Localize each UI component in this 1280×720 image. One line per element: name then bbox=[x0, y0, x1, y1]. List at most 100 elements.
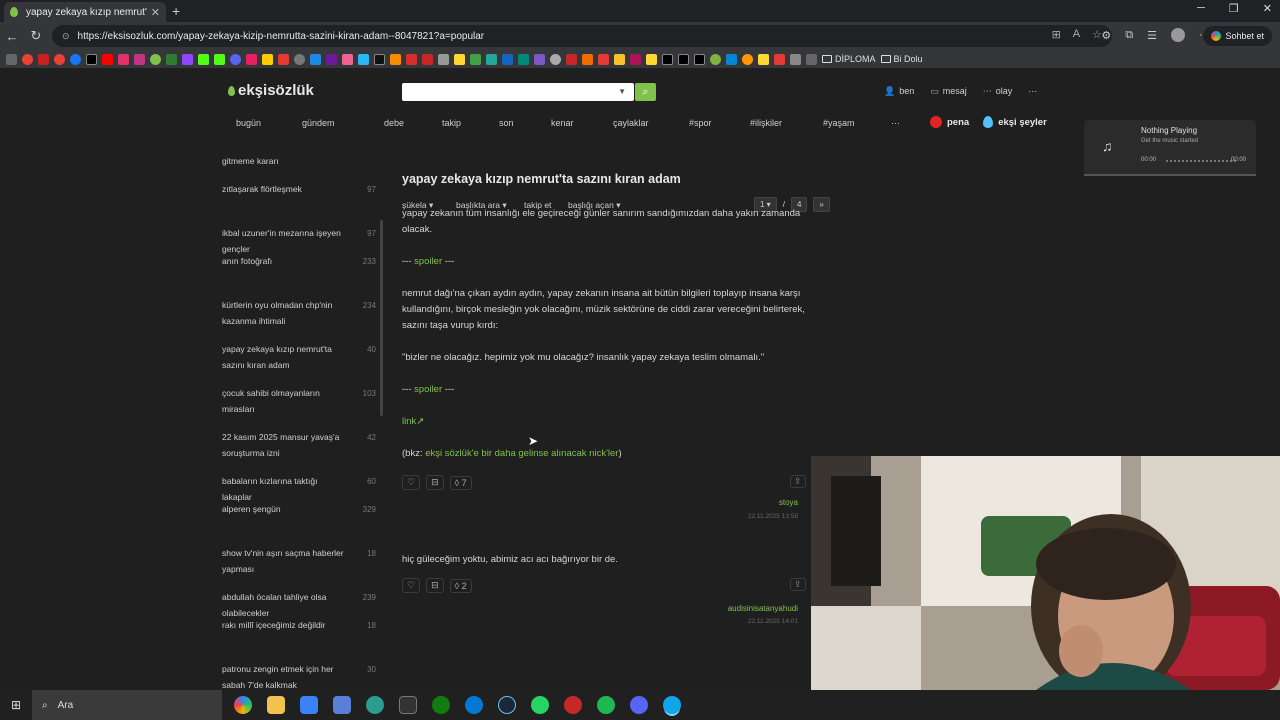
bkz-link[interactable]: ekşi sözlük'e bir daha gelinse alınacak … bbox=[425, 448, 618, 459]
user-menu-olay[interactable]: ⋯ olay bbox=[983, 86, 1013, 97]
bookmark-icon[interactable] bbox=[566, 53, 577, 65]
store-icon[interactable] bbox=[300, 696, 318, 714]
bookmark-folder-diploma[interactable]: DİPLOMA bbox=[822, 54, 876, 64]
search-dropdown-icon[interactable]: ▼ bbox=[618, 87, 626, 96]
player-progress-bar[interactable] bbox=[1166, 160, 1238, 162]
bookmark-icon[interactable] bbox=[598, 53, 609, 65]
steam-icon[interactable] bbox=[498, 696, 516, 714]
pena-link[interactable]: pena bbox=[930, 116, 969, 128]
bookmark-icon[interactable] bbox=[326, 53, 337, 65]
nav-gundem[interactable]: gündem bbox=[302, 118, 384, 128]
bookmark-icon[interactable] bbox=[342, 53, 353, 65]
spoiler-link[interactable]: spoiler bbox=[414, 256, 442, 267]
sidebar-topic[interactable]: show tv'nin aşırı saçma haberler yapması… bbox=[222, 546, 376, 577]
bookmark-icon[interactable] bbox=[438, 53, 449, 65]
bookmark-icon[interactable] bbox=[470, 53, 481, 65]
entry-date[interactable]: 22.11.2025 14:01 bbox=[748, 618, 798, 625]
spotify-icon[interactable] bbox=[597, 696, 615, 714]
search-button[interactable]: ⌕ bbox=[635, 83, 656, 101]
bookmark-icon[interactable] bbox=[406, 53, 417, 65]
bookmark-icon[interactable] bbox=[294, 53, 305, 65]
favorites-icon[interactable]: ☰ bbox=[1147, 29, 1157, 42]
entry-author[interactable]: audisinisatanyahudi bbox=[728, 604, 798, 613]
bookmark-icon[interactable] bbox=[550, 53, 561, 65]
edge-app-icon[interactable] bbox=[366, 696, 384, 714]
back-icon[interactable]: ← bbox=[0, 29, 24, 44]
user-menu-more[interactable]: ··· bbox=[1028, 86, 1037, 97]
bookmark-icon[interactable] bbox=[534, 53, 545, 65]
bookmark-icon[interactable] bbox=[486, 53, 497, 65]
calculator-icon[interactable] bbox=[333, 696, 351, 714]
browser-tab[interactable]: yapay zekaya kızıp nemrut'ta sazı ✕ bbox=[4, 2, 166, 22]
bookmark-icon[interactable] bbox=[454, 53, 465, 65]
bookmark-icon[interactable] bbox=[630, 53, 641, 65]
dislike-icon[interactable]: ⊟ bbox=[426, 475, 444, 490]
x-icon[interactable] bbox=[694, 53, 705, 65]
whatsapp-icon[interactable] bbox=[531, 696, 549, 714]
app-icon[interactable] bbox=[465, 696, 483, 714]
spoiler-link[interactable]: spoiler bbox=[414, 384, 442, 395]
sidebar-topic[interactable]: abdullah öcalan tahliye olsa olabilecekl… bbox=[222, 590, 376, 621]
nav-yasam[interactable]: #yaşam bbox=[823, 118, 891, 128]
sidebar-topic[interactable]: gitmeme kararı bbox=[222, 154, 346, 170]
gmail-icon[interactable] bbox=[38, 53, 49, 65]
bookmark-icon[interactable] bbox=[502, 53, 513, 65]
nav-son[interactable]: son bbox=[499, 118, 551, 128]
split-screen-icon[interactable]: ⧉ bbox=[1125, 29, 1133, 42]
user-menu-ben[interactable]: 👤 ben bbox=[884, 86, 914, 97]
close-tab-icon[interactable]: ✕ bbox=[151, 6, 160, 19]
sidebar-topic[interactable]: alperen şengün 329 bbox=[222, 502, 376, 518]
bookmark-icon[interactable] bbox=[54, 53, 65, 65]
new-tab-icon[interactable]: + bbox=[172, 3, 180, 19]
site-info-icon[interactable]: ⊙ bbox=[62, 31, 70, 42]
bookmark-folder-bi-dolu[interactable]: Bi Dolu bbox=[880, 54, 923, 64]
copilot-app-icon[interactable] bbox=[234, 696, 252, 714]
bookmark-icon[interactable] bbox=[710, 53, 721, 65]
sidebar-topic[interactable]: rakı millî içeceğimiz değildir 18 bbox=[222, 618, 376, 634]
x-icon[interactable] bbox=[86, 53, 97, 65]
bookmark-icon[interactable] bbox=[790, 53, 801, 65]
bookmark-icon[interactable] bbox=[246, 53, 257, 65]
bookmark-icon[interactable] bbox=[278, 53, 289, 65]
share-icon[interactable]: ⇪ bbox=[790, 578, 806, 591]
bookmark-icon[interactable] bbox=[774, 53, 785, 65]
sidebar-topic[interactable]: yapay zekaya kızıp nemrut'ta sazını kıra… bbox=[222, 342, 376, 373]
sidebar-topic[interactable]: çocuk sahibi olmayanların mirasları 103 bbox=[222, 386, 376, 417]
xbox-icon[interactable] bbox=[432, 696, 450, 714]
entry-date[interactable]: 22.11.2025 13:58 bbox=[748, 513, 798, 520]
dislike-icon[interactable]: ⊟ bbox=[426, 578, 444, 593]
site-logo[interactable]: ekşisözlük bbox=[228, 82, 314, 99]
entry-author[interactable]: stoya bbox=[779, 498, 798, 507]
nav-debe[interactable]: debe bbox=[384, 118, 442, 128]
sidebar-topic[interactable]: anın fotoğrafı 233 bbox=[222, 254, 376, 270]
edge-active-icon[interactable] bbox=[663, 696, 681, 714]
address-bar[interactable]: ⊙ https://eksisozluk.com/yapay-zekaya-ki… bbox=[52, 25, 1112, 47]
entry-external-link[interactable]: link↗ bbox=[402, 414, 830, 430]
bookmark-icon[interactable] bbox=[646, 53, 657, 65]
profile-avatar[interactable] bbox=[1171, 28, 1185, 42]
drop-vote-button[interactable]: ◊ 7 bbox=[449, 475, 472, 490]
bookmark-icon[interactable] bbox=[742, 53, 753, 65]
youtube-icon[interactable] bbox=[102, 53, 113, 65]
sidebar-topic[interactable]: zıtlaşarak flörtleşmek 97 bbox=[222, 182, 376, 198]
nav-spor[interactable]: #spor bbox=[689, 118, 750, 128]
x-icon[interactable] bbox=[662, 53, 673, 65]
kick-icon[interactable] bbox=[214, 53, 225, 65]
like-heart-icon[interactable]: ♡ bbox=[402, 475, 421, 490]
bookmark-icon[interactable] bbox=[726, 53, 737, 65]
nav-bugun[interactable]: bugün bbox=[236, 118, 302, 128]
sidebar-topic[interactable]: babaların kızlarına taktığı lakaplar 60 bbox=[222, 474, 376, 505]
minimize-icon[interactable]: ─ bbox=[1197, 2, 1205, 15]
google-icon[interactable] bbox=[22, 53, 33, 65]
taskbar-search[interactable]: ⌕ Ara bbox=[32, 690, 222, 720]
maximize-icon[interactable]: ❐ bbox=[1229, 2, 1239, 15]
eksi-seyler-link[interactable]: ekşi şeyler bbox=[983, 116, 1047, 128]
topic-title[interactable]: yapay zekaya kızıp nemrut'ta sazını kıra… bbox=[402, 172, 832, 186]
bookmark-icon[interactable] bbox=[262, 53, 273, 65]
sidebar-scrollbar[interactable] bbox=[380, 220, 383, 416]
nav-iliskiler[interactable]: #ilişkiler bbox=[750, 118, 823, 128]
search-input[interactable]: ▼ bbox=[402, 83, 634, 101]
kick-icon[interactable] bbox=[198, 53, 209, 65]
x-icon[interactable] bbox=[678, 53, 689, 65]
nav-more[interactable]: ··· bbox=[891, 118, 911, 128]
